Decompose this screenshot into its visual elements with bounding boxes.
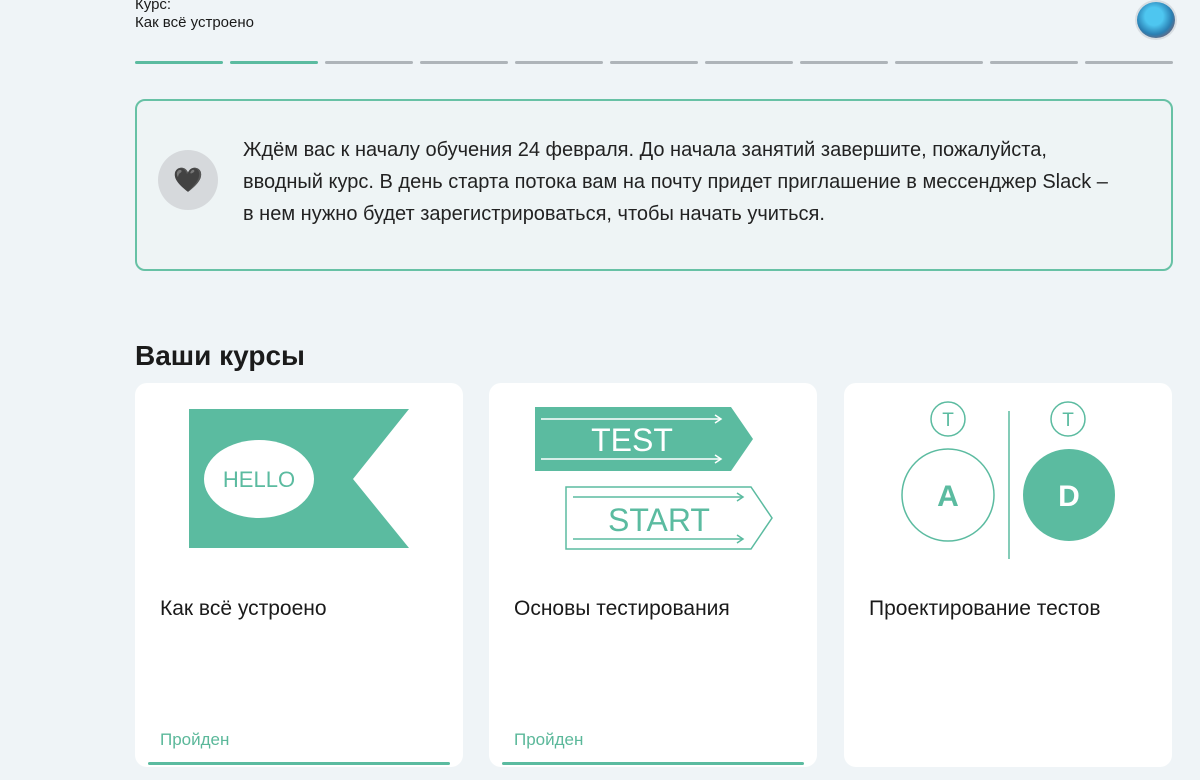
course-illustration-ab-test: T T A D xyxy=(901,401,1115,559)
progress-segment[interactable] xyxy=(895,61,983,64)
art-label: TEST xyxy=(591,422,673,458)
course-progress-line xyxy=(502,762,804,765)
notice-text: Ждём вас к началу обучения 24 февраля. Д… xyxy=(243,139,1108,225)
course-title: Как всё устроено xyxy=(160,597,327,620)
progress-segment[interactable] xyxy=(705,61,793,64)
course-card[interactable]: HELLO Как всё устроено Пройден xyxy=(135,383,463,767)
progress-segment[interactable] xyxy=(230,61,318,64)
progress-segment[interactable] xyxy=(990,61,1078,64)
course-status: Пройден xyxy=(514,730,584,749)
course-card[interactable]: TEST START Основы тестирования Пройден xyxy=(489,383,817,767)
course-illustration-hello: HELLO xyxy=(189,409,409,548)
art-label: T xyxy=(942,410,954,431)
course-progress-line xyxy=(148,762,450,765)
course-header: Курс: Как всё устроено xyxy=(135,0,254,32)
user-avatar[interactable] xyxy=(1135,0,1177,40)
progress-segment[interactable] xyxy=(325,61,413,64)
course-progress-bar xyxy=(135,61,1173,65)
art-label: T xyxy=(1062,410,1074,431)
course-card[interactable]: T T A D Проектирование тестов xyxy=(844,383,1172,767)
progress-segment[interactable] xyxy=(515,61,603,64)
progress-segment[interactable] xyxy=(135,61,223,64)
art-label: START xyxy=(608,502,710,538)
section-title: Ваши курсы xyxy=(135,340,305,371)
progress-segment[interactable] xyxy=(800,61,888,64)
course-title: Основы тестирования xyxy=(514,597,730,620)
course-name[interactable]: Как всё устроено xyxy=(135,14,254,32)
course-status: Пройден xyxy=(160,730,230,749)
heart-icon: 🖤 xyxy=(158,150,218,210)
progress-segment[interactable] xyxy=(420,61,508,64)
course-illustration-test: TEST START xyxy=(535,407,773,550)
progress-segment[interactable] xyxy=(610,61,698,64)
progress-segment[interactable] xyxy=(1085,61,1173,64)
start-notice: 🖤 Ждём вас к началу обучения 24 февраля.… xyxy=(135,99,1173,271)
course-title: Проектирование тестов xyxy=(869,597,1101,620)
art-label: D xyxy=(1058,480,1080,513)
art-label: A xyxy=(937,480,959,513)
art-label: HELLO xyxy=(223,467,295,492)
course-label: Курс: xyxy=(135,0,172,13)
